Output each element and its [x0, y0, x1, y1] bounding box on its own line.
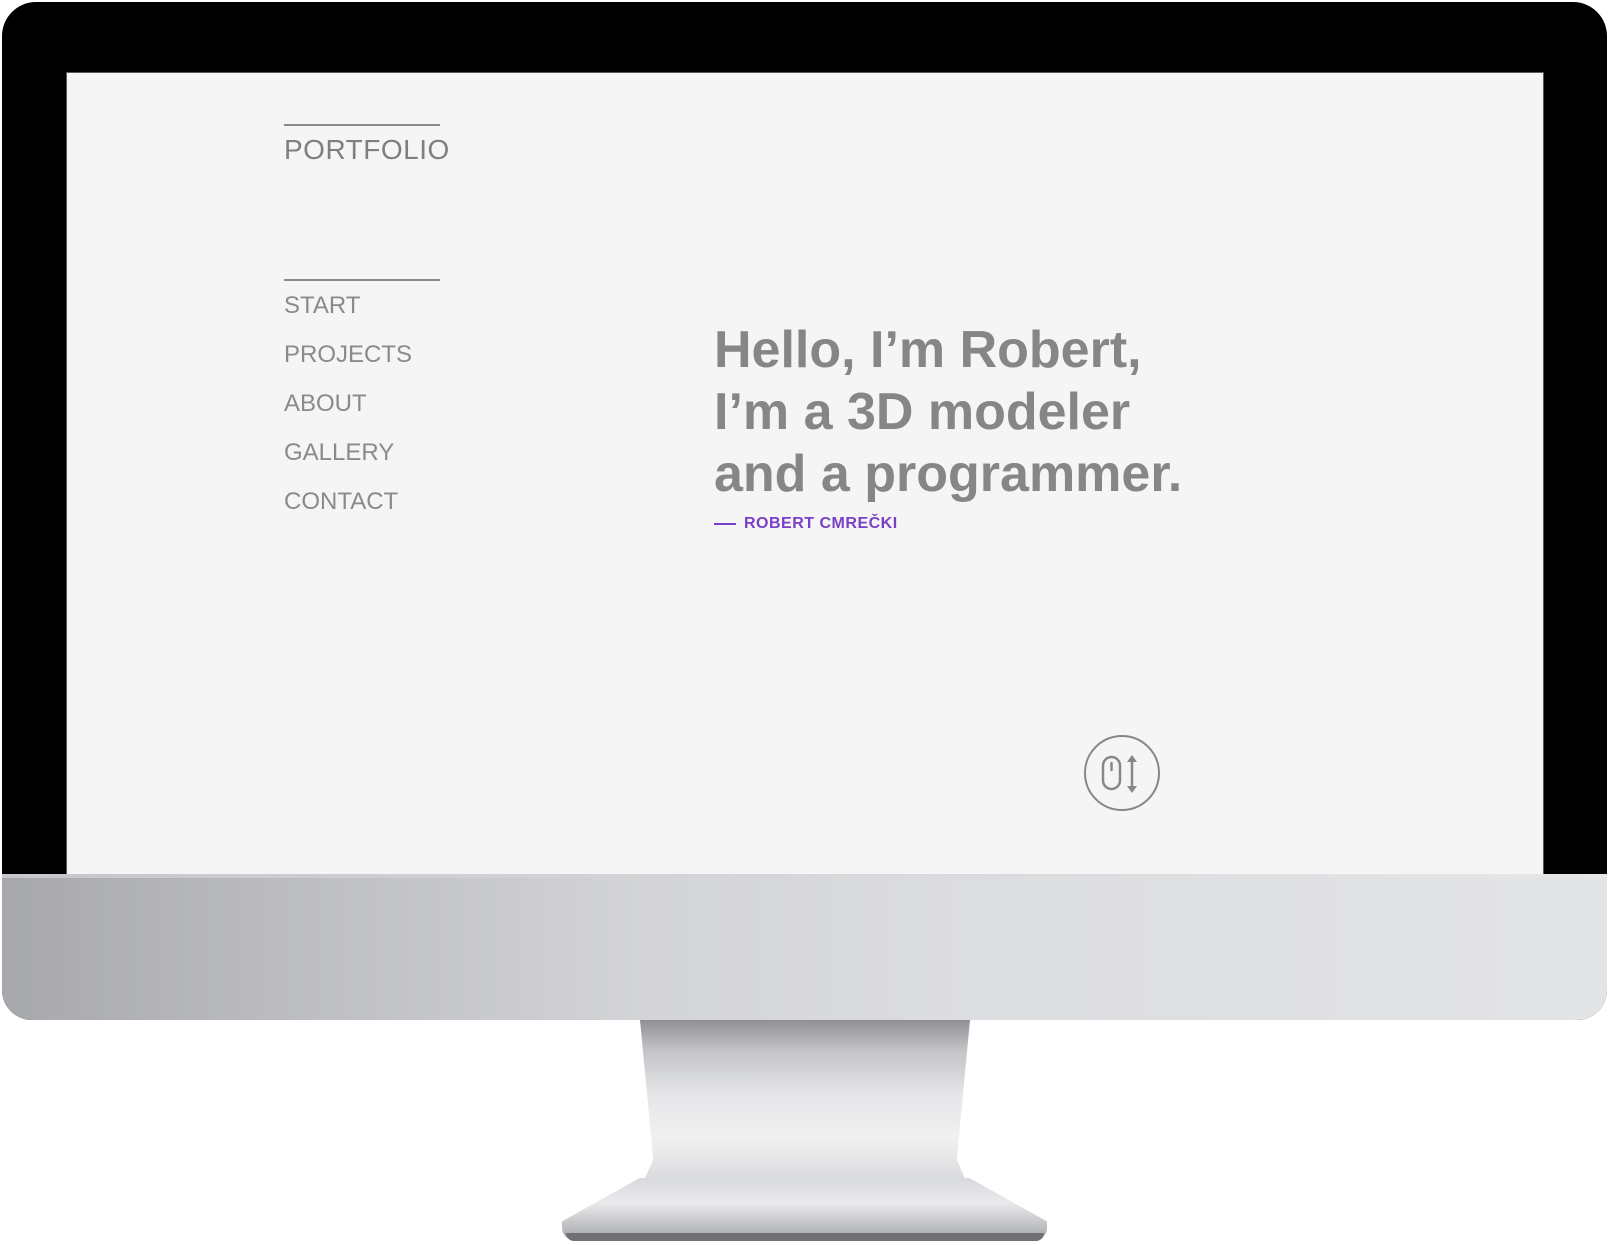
- hero-headline-line-1: Hello, I’m Robert,: [714, 321, 1142, 379]
- monitor-stand-neck: [640, 1020, 970, 1190]
- author-name: ROBERT CMREČKI: [744, 515, 898, 532]
- nav-rule: [284, 279, 440, 281]
- monitor-chin-edge: [2, 874, 1607, 878]
- scroll-down-button[interactable]: [1084, 735, 1160, 811]
- author-dash: [714, 523, 736, 525]
- hero-headline-line-3: and a programmer.: [714, 445, 1183, 503]
- mouse-scroll-icon: [1101, 755, 1137, 793]
- hero-section: Hello, I’m Robert, I’m a 3D modeler and …: [714, 319, 1274, 533]
- nav-item-contact[interactable]: CONTACT: [284, 487, 412, 536]
- site-logo[interactable]: PORTFOLIO: [284, 134, 450, 166]
- hero-headline-line-2: I’m a 3D modeler: [714, 383, 1131, 441]
- nav-item-about[interactable]: ABOUT: [284, 389, 412, 438]
- nav-item-gallery[interactable]: GALLERY: [284, 438, 412, 487]
- nav-item-start[interactable]: START: [284, 291, 412, 340]
- website-screen: PORTFOLIO START PROJECTS ABOUT GALLERY C…: [66, 72, 1544, 876]
- author-signature: ROBERT CMREČKI: [714, 515, 1274, 533]
- monitor-chin: [2, 874, 1607, 1020]
- imac-monitor-mockup: PORTFOLIO START PROJECTS ABOUT GALLERY C…: [2, 2, 1607, 1020]
- main-nav: START PROJECTS ABOUT GALLERY CONTACT: [284, 291, 412, 536]
- monitor-stand-foot: [562, 1178, 1047, 1240]
- monitor-foot-shadow: [566, 1233, 1044, 1241]
- logo-rule: [284, 124, 440, 126]
- nav-item-projects[interactable]: PROJECTS: [284, 340, 412, 389]
